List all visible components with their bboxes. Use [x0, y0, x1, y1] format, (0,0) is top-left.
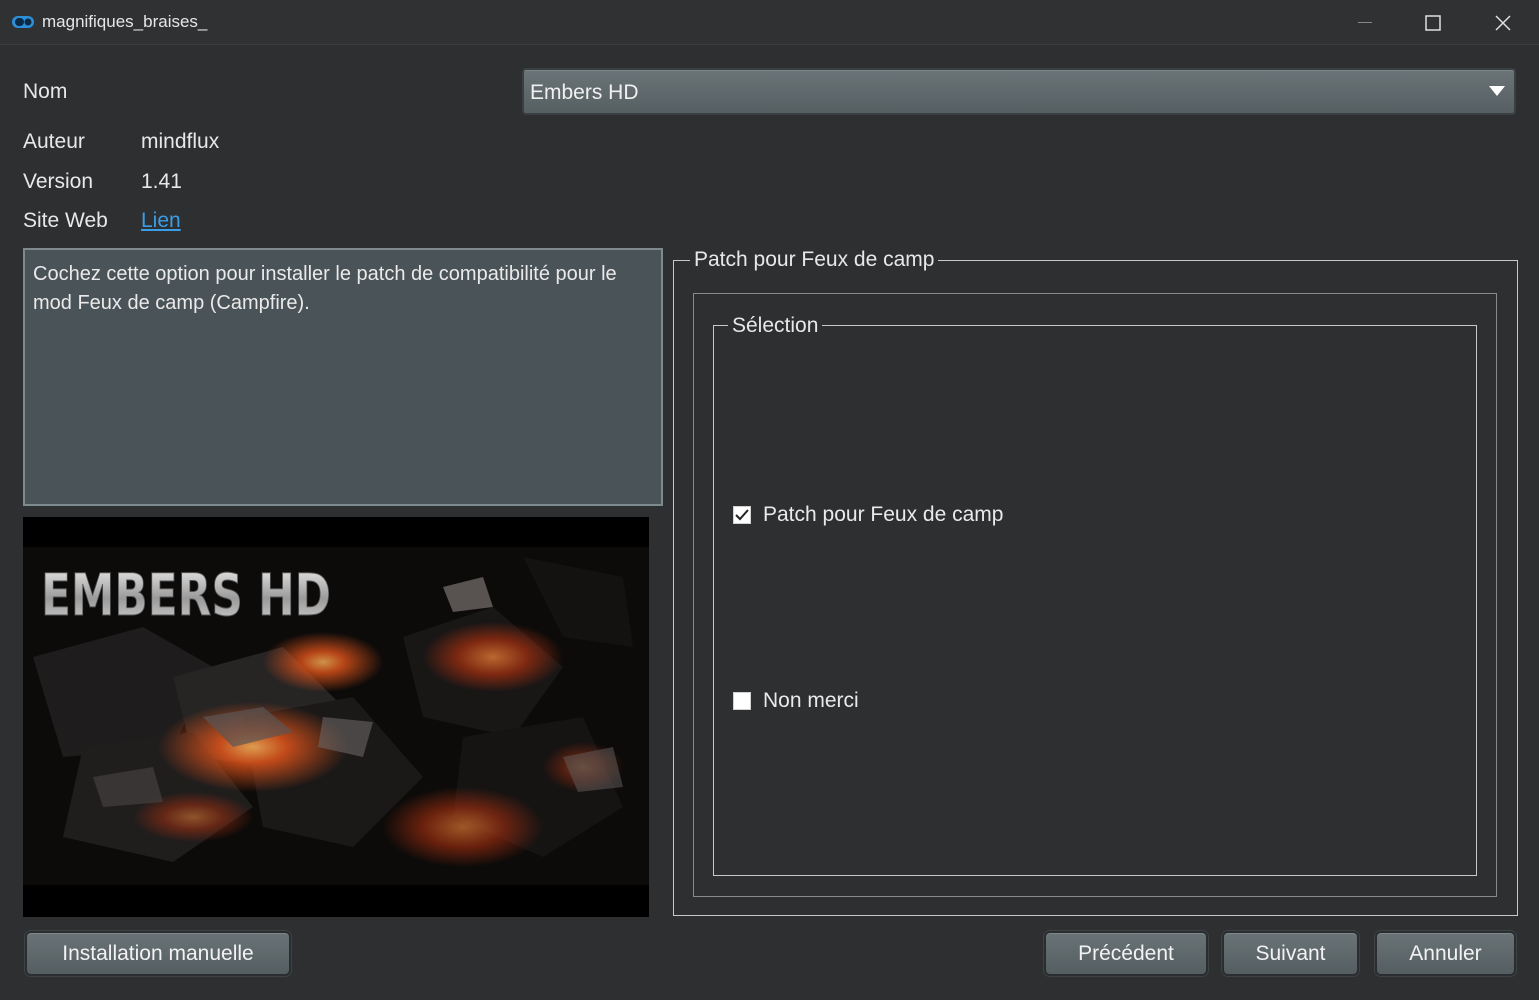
- embers-logo-text: EMBERS HD: [41, 561, 331, 629]
- website-label: Site Web: [23, 209, 108, 232]
- patch-groupbox-title: Patch pour Feux de camp: [690, 248, 939, 272]
- checkmark-icon: [735, 509, 749, 521]
- app-icon: [12, 16, 34, 28]
- version-label: Version: [23, 170, 94, 193]
- author-value: mindflux: [141, 130, 220, 153]
- option-no-thanks-checkbox[interactable]: Non merci: [733, 689, 859, 713]
- selection-groupbox-title: Sélection: [728, 314, 823, 338]
- manual-install-button[interactable]: Installation manuelle: [25, 931, 291, 976]
- version-value: 1.41: [141, 170, 182, 193]
- author-label: Auteur: [23, 130, 85, 153]
- window-title: magnifiques_braises_: [42, 12, 208, 31]
- embers-artwork: EMBERS HD: [23, 547, 649, 885]
- preview-image: EMBERS HD: [23, 517, 649, 917]
- maximize-icon: [1425, 14, 1441, 31]
- close-icon: [1495, 14, 1511, 31]
- close-button[interactable]: [1468, 0, 1538, 45]
- minimize-icon: [1358, 21, 1372, 23]
- title-bar: magnifiques_braises_: [0, 0, 1539, 45]
- maximize-button[interactable]: [1398, 0, 1468, 45]
- description-text: Cochez cette option pour installer le pa…: [33, 263, 617, 314]
- previous-button[interactable]: Précédent: [1044, 931, 1208, 976]
- nom-label: Nom: [23, 80, 68, 103]
- checkbox-checked[interactable]: [733, 506, 751, 524]
- name-combobox[interactable]: Embers HD: [522, 68, 1516, 115]
- cancel-button[interactable]: Annuler: [1375, 931, 1516, 976]
- minimize-button[interactable]: [1330, 0, 1400, 45]
- option-label: Non merci: [763, 689, 859, 712]
- description-box[interactable]: Cochez cette option pour installer le pa…: [23, 248, 663, 506]
- combobox-value: Embers HD: [530, 81, 639, 104]
- checkbox-unchecked[interactable]: [733, 692, 751, 710]
- option-patch-checkbox[interactable]: Patch pour Feux de camp: [733, 503, 1003, 527]
- website-link[interactable]: Lien: [141, 209, 181, 233]
- selection-groupbox: [713, 325, 1477, 876]
- option-label: Patch pour Feux de camp: [763, 503, 1004, 526]
- next-button[interactable]: Suivant: [1222, 931, 1359, 976]
- dropdown-arrow-icon: [1489, 86, 1505, 96]
